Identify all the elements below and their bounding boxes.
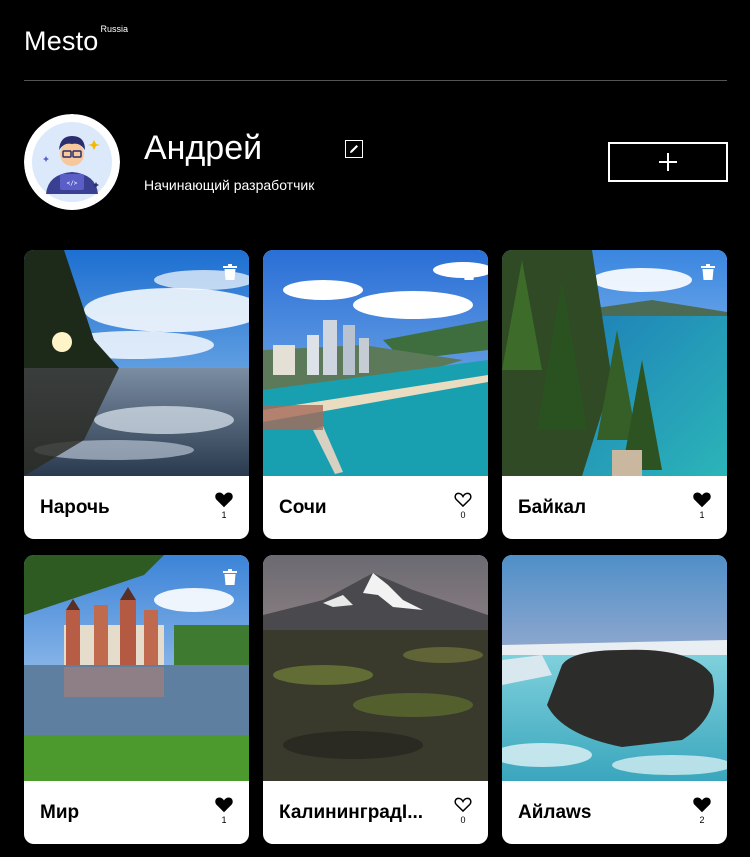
add-card-button[interactable] xyxy=(608,142,728,182)
delete-icon[interactable] xyxy=(462,264,476,280)
like-group: 2 xyxy=(693,796,711,826)
like-group: 1 xyxy=(693,491,711,521)
logo-superscript: Russia xyxy=(100,24,129,34)
plus-icon xyxy=(659,153,677,171)
delete-icon[interactable] xyxy=(701,264,715,280)
card-image[interactable] xyxy=(263,555,488,781)
like-count: 1 xyxy=(221,815,227,825)
card-title: КалининградI... xyxy=(279,802,424,823)
card-image[interactable] xyxy=(24,250,249,476)
logo[interactable]: Mesto Russia xyxy=(24,24,129,56)
card: КалининградI... 0 xyxy=(263,555,488,844)
svg-text:</>: </> xyxy=(67,180,78,187)
card-title: Байкал xyxy=(518,497,587,518)
like-count: 2 xyxy=(699,815,705,825)
card: Айлaws 2 xyxy=(502,555,727,844)
card-image[interactable] xyxy=(502,250,727,476)
profile-name: Андрей xyxy=(144,129,263,167)
card-title: Айлaws xyxy=(518,802,592,823)
edit-profile-button[interactable] xyxy=(345,140,363,158)
profile: </> Андрей Начинающий разработчик xyxy=(24,114,728,210)
card: Сочи 0 xyxy=(263,250,488,539)
card-image[interactable] xyxy=(502,555,727,781)
like-count: 0 xyxy=(460,510,466,520)
card: Мир 1 xyxy=(24,555,249,844)
heart-filled-icon[interactable] xyxy=(693,491,711,508)
delete-icon[interactable] xyxy=(223,264,237,280)
card-title: Нарочь xyxy=(40,497,110,518)
like-group: 0 xyxy=(454,491,472,521)
delete-icon[interactable] xyxy=(223,569,237,585)
like-count: 1 xyxy=(699,510,705,520)
card-image[interactable] xyxy=(263,250,488,476)
page-header: Mesto Russia xyxy=(24,0,727,81)
card-image[interactable] xyxy=(24,555,249,781)
like-group: 1 xyxy=(215,796,233,826)
heart-filled-icon[interactable] xyxy=(215,796,233,813)
like-group: 0 xyxy=(454,796,472,826)
card-title: Сочи xyxy=(279,497,327,518)
heart-filled-icon[interactable] xyxy=(693,796,711,813)
profile-about: Начинающий разработчик xyxy=(144,177,315,193)
developer-avatar-icon: </> xyxy=(24,114,120,210)
card: Нарочь 1 xyxy=(24,250,249,539)
pencil-icon xyxy=(350,145,358,153)
card-title: Мир xyxy=(40,802,80,823)
heart-outline-icon[interactable] xyxy=(454,491,472,508)
avatar[interactable]: </> xyxy=(24,114,120,210)
heart-filled-icon[interactable] xyxy=(215,491,233,508)
like-group: 1 xyxy=(215,491,233,521)
like-count: 1 xyxy=(221,510,227,520)
cards-grid: Нарочь 1 Сочи 0 Байкал 1 Мир 1 Калинингр… xyxy=(24,250,727,844)
card: Байкал 1 xyxy=(502,250,727,539)
like-count: 0 xyxy=(460,815,466,825)
logo-text: Mesto xyxy=(24,26,99,56)
heart-outline-icon[interactable] xyxy=(454,796,472,813)
